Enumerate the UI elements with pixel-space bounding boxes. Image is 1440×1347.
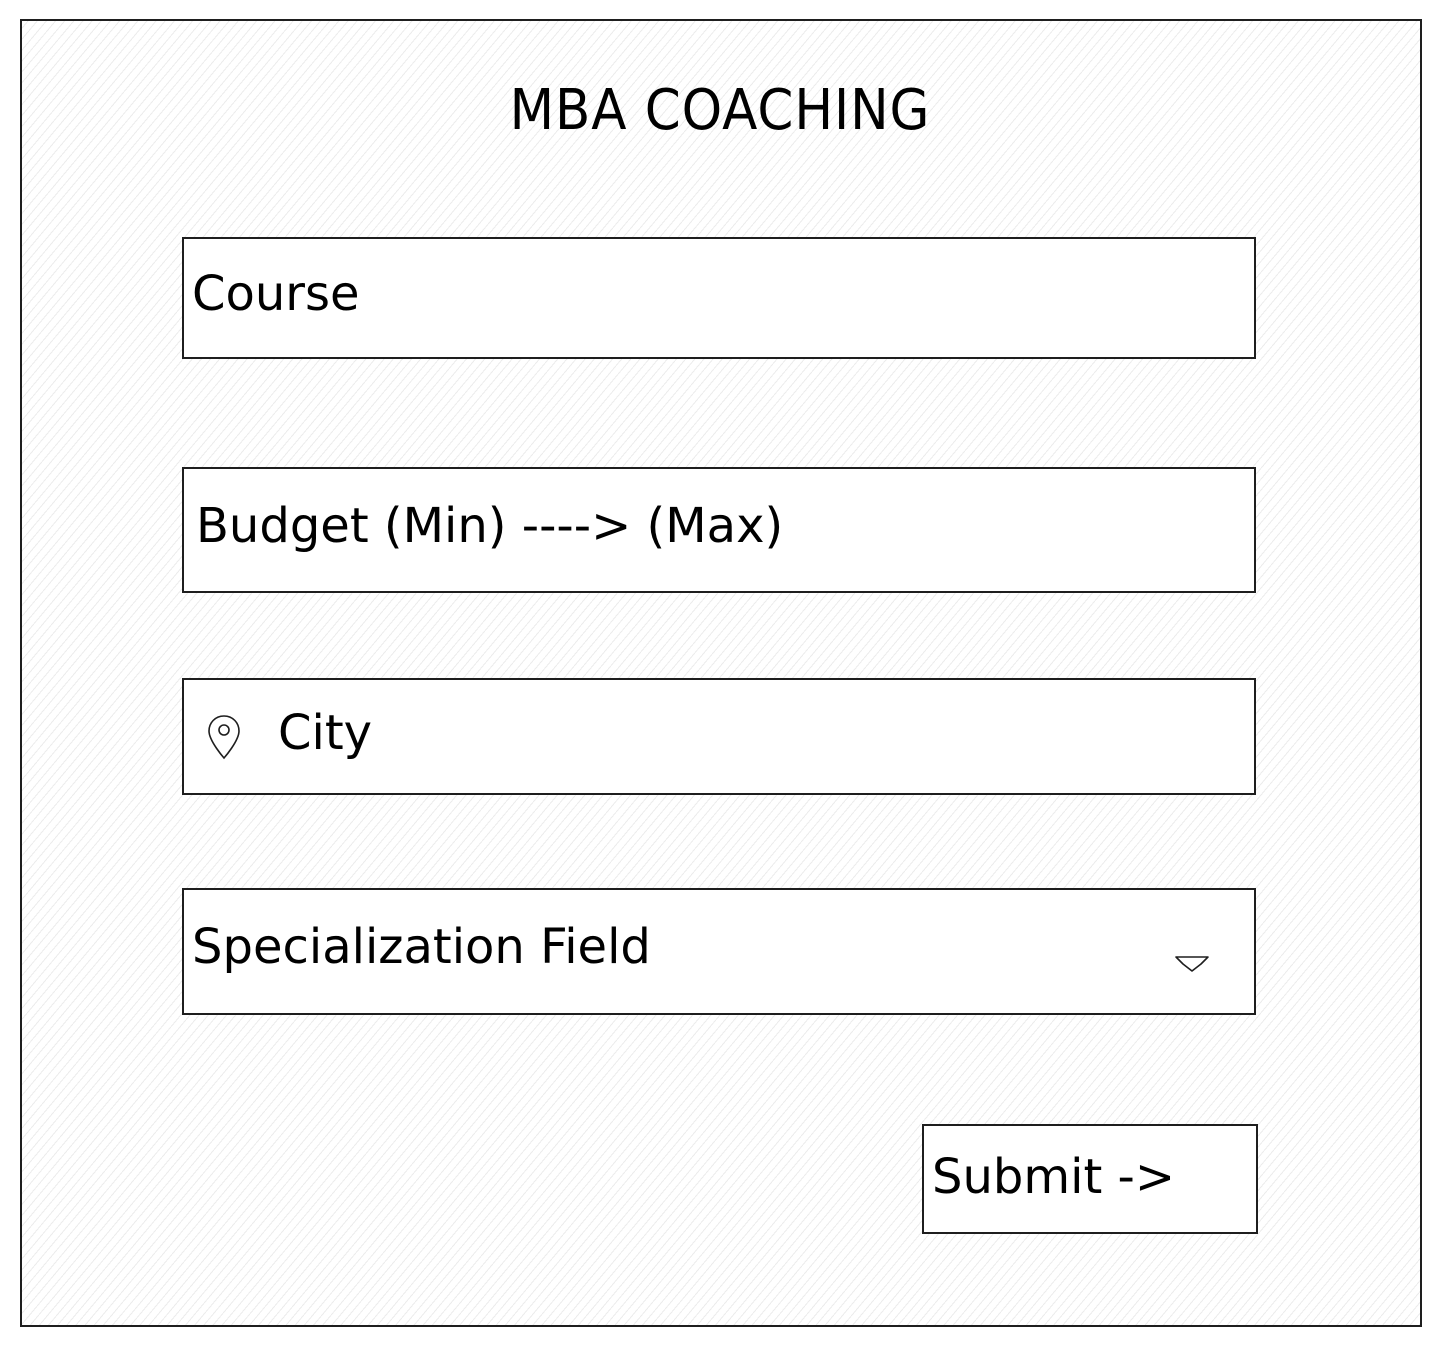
submit-button[interactable]: Submit -> — [922, 1124, 1258, 1234]
course-input[interactable]: Course — [182, 237, 1256, 359]
course-placeholder: Course — [192, 266, 360, 322]
specialization-placeholder: Specialization Field — [192, 918, 651, 975]
page-title: MBA COACHING — [509, 78, 931, 143]
submit-label: Submit -> — [932, 1149, 1176, 1205]
city-placeholder: City — [278, 704, 373, 761]
chevron-down-icon[interactable] — [1174, 952, 1210, 976]
budget-range-input[interactable]: Budget (Min) ----> (Max) — [182, 467, 1256, 593]
budget-placeholder: Budget (Min) ----> (Max) — [196, 498, 784, 554]
specialization-select[interactable]: Specialization Field — [182, 888, 1256, 1015]
location-pin-icon — [208, 714, 240, 759]
city-input[interactable]: City — [182, 678, 1256, 795]
